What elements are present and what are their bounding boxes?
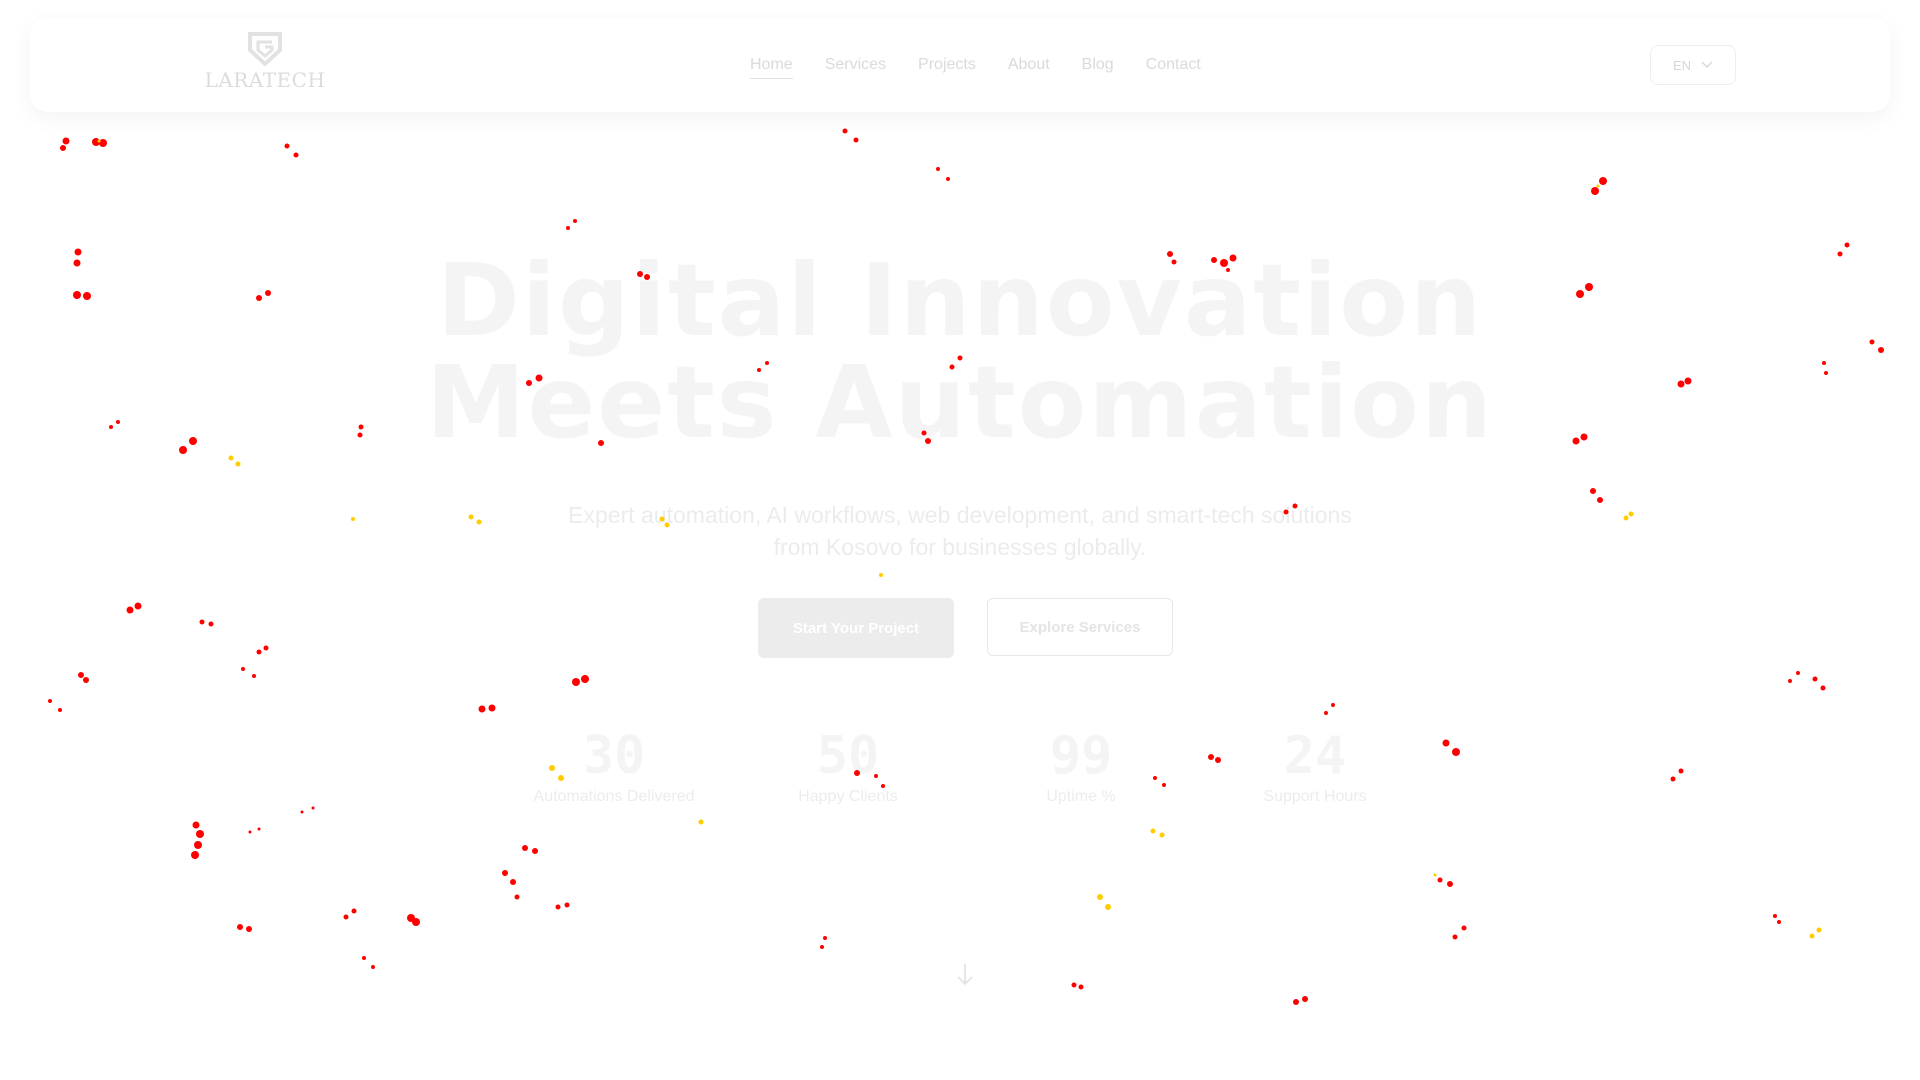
stat-label: Automations Delivered: [533, 788, 695, 805]
stat-value: 99: [1049, 726, 1113, 786]
hero-title-line-2: Meets Automation: [425, 344, 1495, 461]
stat-clients: 50 Happy Clients: [728, 728, 968, 806]
nav-link-projects[interactable]: Projects: [918, 56, 976, 79]
hero-title: Digital Innovation Meets Automation: [0, 250, 1920, 454]
stat-label: Uptime %: [1046, 788, 1116, 805]
nav-link-contact[interactable]: Contact: [1146, 56, 1201, 79]
hero-section: Digital Innovation Meets Automation Expe…: [0, 0, 1920, 1080]
shield-g-icon: [248, 32, 282, 66]
nav-link-blog[interactable]: Blog: [1082, 56, 1114, 79]
stat-value: 30: [582, 726, 646, 786]
arrow-down-icon[interactable]: [955, 962, 975, 988]
chevron-down-icon: [1701, 61, 1713, 69]
language-label: EN: [1672, 57, 1692, 73]
nav-link-about[interactable]: About: [1008, 56, 1050, 79]
logo-text: LARATECH: [204, 68, 326, 92]
stat-value: 24: [1283, 726, 1347, 786]
hero-title-line-1: Digital Innovation: [436, 242, 1484, 359]
brand-logo[interactable]: LARATECH: [190, 32, 340, 104]
nav-link-services[interactable]: Services: [825, 56, 886, 79]
start-project-button[interactable]: Start Your Project: [758, 598, 954, 658]
language-selector[interactable]: EN: [1650, 45, 1736, 85]
stat-support: 24 Support Hours: [1195, 728, 1435, 806]
stat-uptime: 99 Uptime %: [961, 728, 1201, 806]
stat-label: Happy Clients: [798, 788, 898, 805]
stat-automations: 30 Automations Delivered: [494, 728, 734, 806]
explore-services-button[interactable]: Explore Services: [987, 598, 1173, 656]
stat-label: Support Hours: [1263, 788, 1367, 805]
hero-subtitle: Expert automation, AI workflows, web dev…: [568, 502, 1352, 560]
nav-link-home[interactable]: Home: [750, 56, 793, 79]
navbar: LARATECH Home Services Projects About Bl…: [30, 18, 1890, 112]
main-menu: Home Services Projects About Blog Contac…: [750, 56, 1201, 79]
stat-value: 50: [816, 726, 880, 786]
